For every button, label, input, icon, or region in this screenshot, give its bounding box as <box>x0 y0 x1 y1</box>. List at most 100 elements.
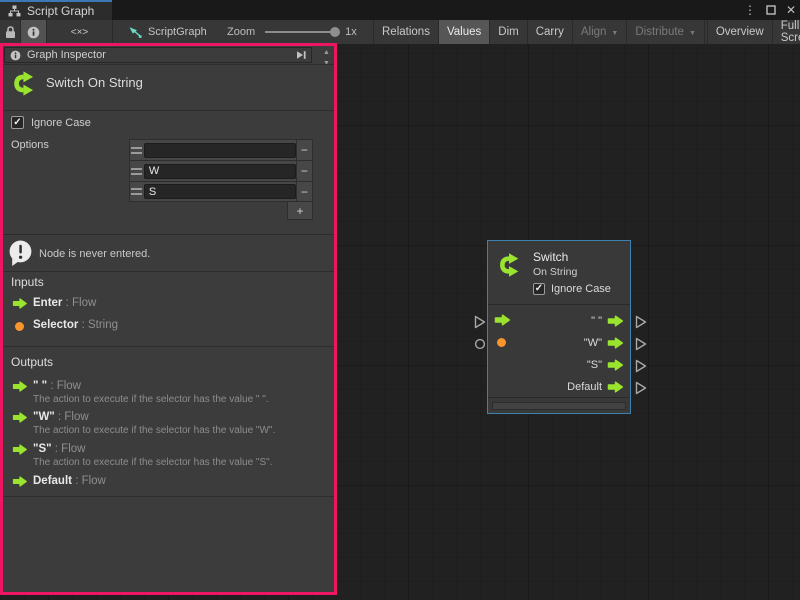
output-desc: The action to execute if the selector ha… <box>33 425 326 436</box>
check-icon: ✓ <box>535 284 543 294</box>
node-header[interactable]: Switch On String ✓ Ignore Case <box>488 241 630 305</box>
node-title: Switch <box>533 250 568 264</box>
code-icon: <×> <box>71 27 89 38</box>
scroll-up-icon[interactable]: ▲ <box>320 47 333 58</box>
divider <box>3 496 334 497</box>
script-graph-tab-icon <box>8 5 21 17</box>
window-maximize-icon[interactable] <box>766 5 776 15</box>
node-footer-bar <box>492 402 626 410</box>
flow-out-arrow-icon[interactable] <box>607 381 624 393</box>
carry-button[interactable]: Carry <box>527 20 572 44</box>
remove-option-button[interactable]: − <box>296 181 312 202</box>
toolbar-buttons: Relations Values Dim Carry Align▼ Distri… <box>373 20 800 44</box>
dock-right-icon <box>296 50 307 60</box>
node-ports: " " "W" "S" <box>488 305 630 398</box>
port-label-s: "S" <box>587 359 602 371</box>
flow-out-arrow-icon[interactable] <box>607 359 624 371</box>
node-output-port-s[interactable] <box>635 359 647 373</box>
node-output-port-w[interactable] <box>635 337 647 351</box>
dock-panel-button[interactable] <box>293 49 309 61</box>
info-icon <box>10 50 21 61</box>
drag-handle-icon[interactable] <box>130 147 144 154</box>
drag-handle-icon[interactable] <box>130 168 144 175</box>
relations-button[interactable]: Relations <box>373 20 438 44</box>
flow-port-icon <box>12 298 28 309</box>
add-option-button[interactable]: + <box>287 202 313 220</box>
input-row-enter: Enter : Flow <box>3 296 334 312</box>
window-menu-icon[interactable]: ⋮ <box>744 0 756 20</box>
output-row-space: " " : Flow <box>3 379 334 395</box>
align-button[interactable]: Align▼ <box>572 20 627 44</box>
node-output-port-default[interactable] <box>635 381 647 395</box>
zoom-label: Zoom <box>227 26 255 38</box>
flow-out-arrow-icon[interactable] <box>607 337 624 349</box>
chevron-down-icon: ▼ <box>689 30 696 37</box>
unity-window: Script Graph ⋮ ✕ <×> ScriptGraph Zoom <box>0 0 800 600</box>
zoom-slider-handle[interactable] <box>330 27 340 37</box>
node-ignore-case-checkbox[interactable]: ✓ <box>533 283 545 295</box>
node-input-flow-port[interactable] <box>474 315 486 329</box>
ignore-case-label: Ignore Case <box>31 117 91 129</box>
outputs-header: Outputs <box>11 355 53 369</box>
inputs-header: Inputs <box>11 275 44 289</box>
full-screen-button[interactable]: Full Screen <box>772 20 800 44</box>
remove-option-button[interactable]: − <box>296 140 312 161</box>
option-row: − <box>129 181 313 202</box>
divider <box>3 64 334 65</box>
divider <box>3 110 334 111</box>
switch-on-string-node[interactable]: Switch On String ✓ Ignore Case " " <box>487 240 631 414</box>
panel-scrollbar: ▲ ▼ <box>320 47 333 71</box>
node-output-port-space[interactable] <box>635 315 647 329</box>
tab-script-graph[interactable]: Script Graph <box>0 0 112 20</box>
string-port-icon <box>15 322 24 331</box>
code-view-button[interactable]: <×> <box>47 20 113 44</box>
option-value-input[interactable] <box>144 143 296 158</box>
divider <box>3 346 334 347</box>
node-selector-port[interactable] <box>474 338 486 350</box>
tab-title: Script Graph <box>27 4 94 18</box>
graph-inspector-panel: Graph Inspector ▲ ▼ Switch On String ✓ I… <box>0 43 337 595</box>
dim-button[interactable]: Dim <box>489 20 526 44</box>
chevron-down-icon: ▼ <box>611 30 618 37</box>
option-row: − <box>129 139 313 160</box>
warning-bubble-icon <box>7 239 35 267</box>
flow-port-icon <box>12 381 28 392</box>
remove-option-button[interactable]: − <box>296 161 312 182</box>
ignore-case-checkbox[interactable]: ✓ <box>11 116 24 129</box>
option-value-input[interactable] <box>144 164 296 179</box>
flow-out-arrow-icon[interactable] <box>607 315 624 327</box>
graph-toolbar: <×> ScriptGraph Zoom 1x Relations Values… <box>0 20 800 44</box>
switch-icon <box>495 249 527 281</box>
zoom-control: Zoom 1x <box>227 20 357 44</box>
drag-handle-icon[interactable] <box>130 188 144 195</box>
output-row-w: "W" : Flow <box>3 410 334 426</box>
zoom-slider[interactable] <box>265 27 337 37</box>
titlebar: Script Graph ⋮ ✕ <box>0 0 800 20</box>
node-ignore-case-label: Ignore Case <box>551 283 611 295</box>
flow-port-icon <box>12 444 28 455</box>
check-icon: ✓ <box>13 118 21 128</box>
flow-port-icon <box>12 412 28 423</box>
selector-dot-icon[interactable] <box>497 338 506 347</box>
graph-breadcrumb[interactable]: ScriptGraph <box>128 20 207 44</box>
node-subtitle: On String <box>533 266 577 278</box>
distribute-button[interactable]: Distribute▼ <box>626 20 704 44</box>
zoom-slider-track[interactable] <box>265 31 337 33</box>
option-value-input[interactable] <box>144 184 296 199</box>
warning-box: Node is never entered. <box>3 234 334 272</box>
output-row-default: Default : Flow <box>3 474 334 490</box>
lock-button[interactable] <box>0 20 21 44</box>
graph-name-label: ScriptGraph <box>148 26 207 38</box>
zoom-value: 1x <box>345 26 357 38</box>
inspector-header-title: Graph Inspector <box>27 49 106 61</box>
switch-icon <box>9 67 42 100</box>
inspector-toggle-button[interactable] <box>21 20 47 44</box>
values-button[interactable]: Values <box>438 20 489 44</box>
port-label-space: " " <box>591 315 602 327</box>
flow-in-arrow-icon[interactable] <box>494 314 511 326</box>
overview-button[interactable]: Overview <box>707 20 772 44</box>
options-label: Options <box>11 139 49 151</box>
port-label-default: Default <box>567 381 602 393</box>
window-close-icon[interactable]: ✕ <box>786 0 796 20</box>
inspector-header: Graph Inspector <box>4 47 312 63</box>
